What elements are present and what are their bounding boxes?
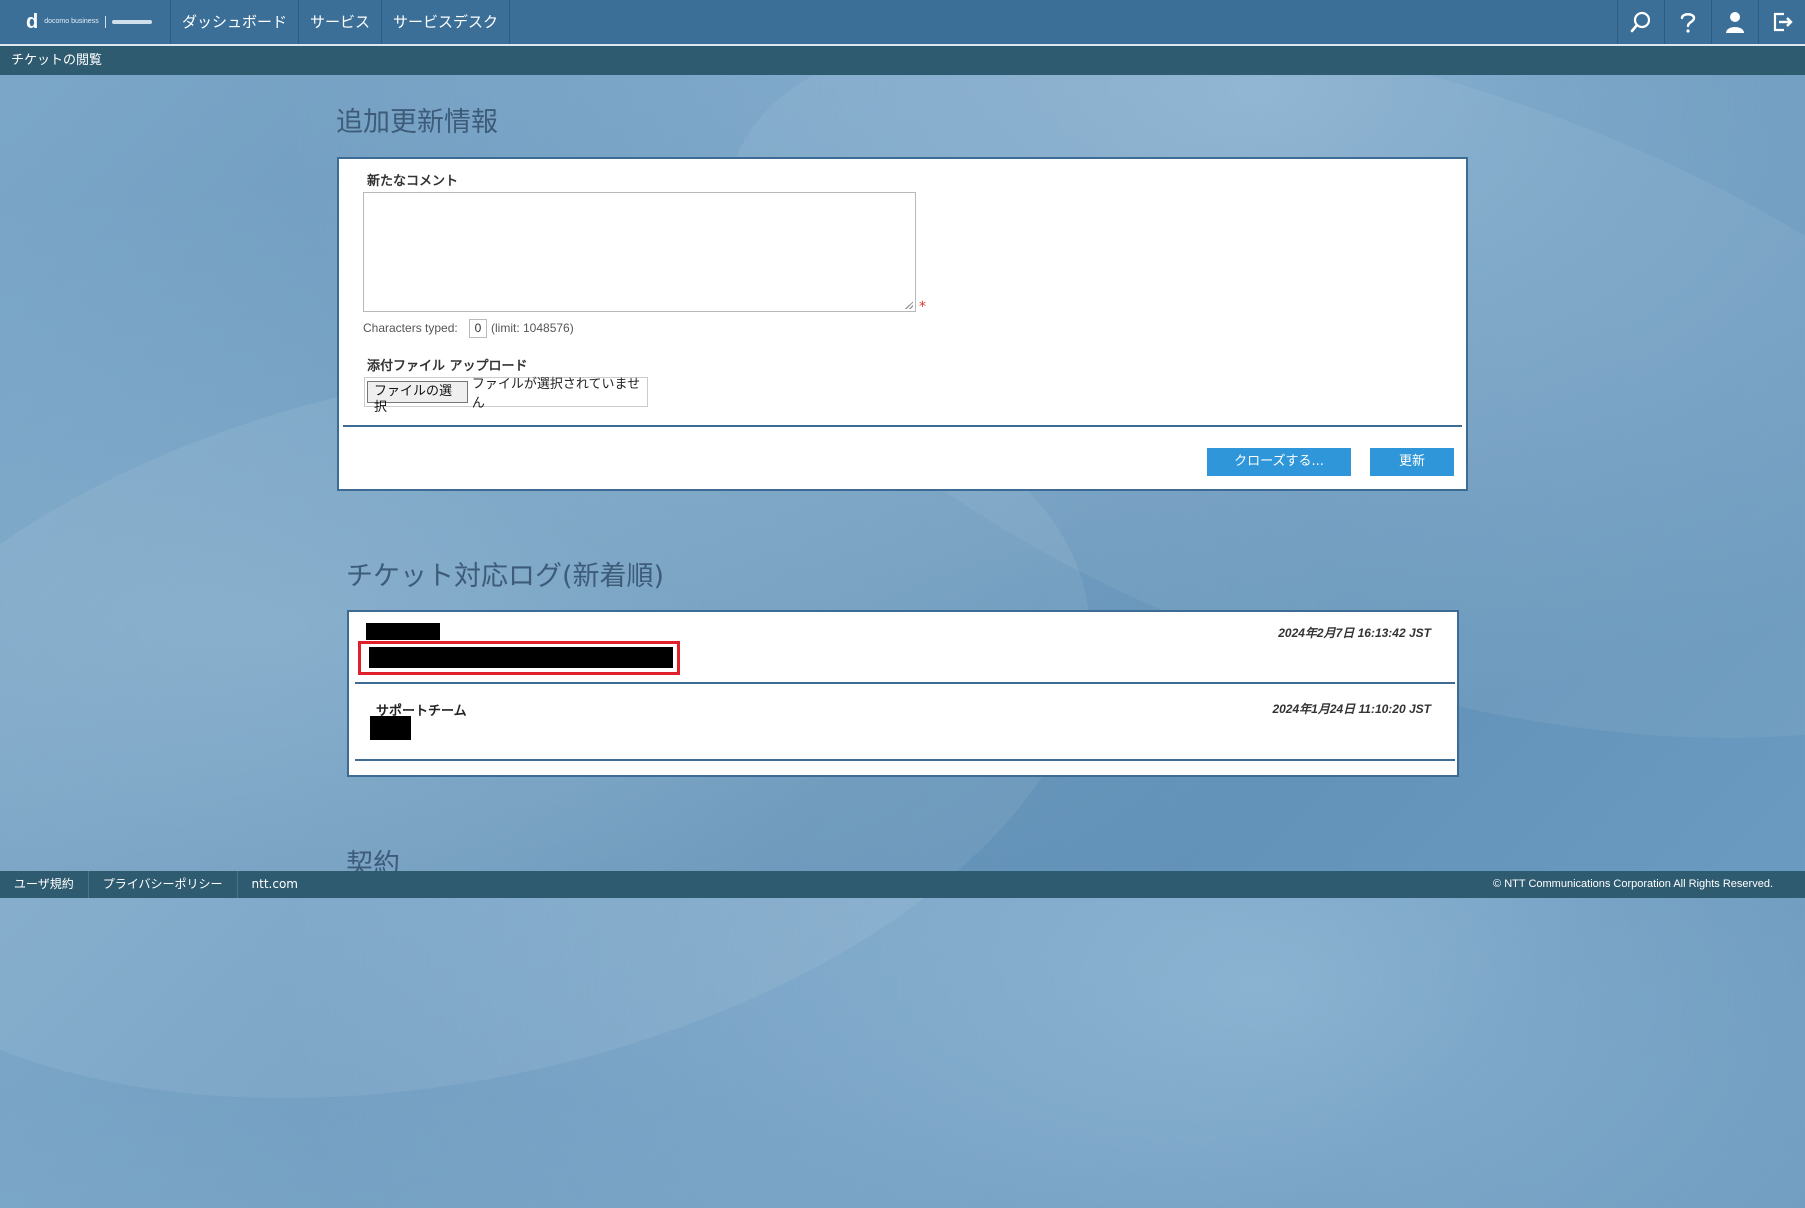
update-form-panel: 新たなコメント * Characters typed: 0 (limit: 10… [337, 157, 1468, 491]
resize-handle[interactable] [905, 301, 913, 309]
nav-dashboard[interactable]: ダッシュボード [171, 0, 300, 44]
log-timestamp: 2024年1月24日 11:10:20 JST [1272, 702, 1431, 716]
log-divider [355, 759, 1455, 761]
form-divider [343, 425, 1462, 427]
chars-limit: (limit: 1048576) [491, 321, 574, 335]
update-section-title: 追加更新情報 [336, 107, 498, 138]
update-button[interactable]: 更新 [1370, 448, 1454, 476]
logout-icon[interactable] [1758, 0, 1805, 44]
file-status: ファイルが選択されていません [471, 377, 641, 411]
breadcrumb: チケットの閲覧 [11, 53, 103, 68]
logo-mark: d [26, 11, 39, 33]
user-icon[interactable] [1711, 0, 1758, 44]
copyright: © NTT Communications Corporation All Rig… [1493, 878, 1773, 890]
ticket-log-panel: 2024年2月7日 16:13:42 JST サポートチーム 2024年1月24… [347, 610, 1459, 777]
footer-link-terms[interactable]: ユーザ規約 [0, 871, 89, 898]
help-icon[interactable] [1664, 0, 1711, 44]
comment-label: 新たなコメント [367, 174, 459, 189]
attachment-label: 添付ファイル アップロード [367, 359, 528, 374]
brand-logo[interactable]: d docomo business [26, 12, 152, 32]
footer-link-privacy[interactable]: プライバシーポリシー [89, 871, 238, 898]
nav-service-desk[interactable]: サービスデスク [382, 0, 511, 44]
ntt-logo [111, 20, 152, 24]
redacted-comment [369, 647, 673, 668]
breadcrumb-bar: チケットの閲覧 [0, 46, 1805, 75]
log-timestamp: 2024年2月7日 16:13:42 JST [1278, 626, 1431, 640]
header-icons [1617, 0, 1805, 44]
log-divider [355, 682, 1455, 684]
redacted-author [366, 623, 440, 640]
nav-services[interactable]: サービス [299, 0, 383, 44]
footer-link-ntt[interactable]: ntt.com [238, 871, 312, 898]
logo-divider [104, 16, 106, 28]
footer-links: ユーザ規約 プライバシーポリシー ntt.com [0, 871, 312, 898]
search-icon[interactable] [1617, 0, 1664, 44]
main-nav: ダッシュボード サービス サービスデスク [170, 0, 511, 44]
chars-typed-label: Characters typed: [363, 321, 458, 335]
required-mark: * [919, 299, 926, 315]
close-ticket-button[interactable]: クローズする... [1207, 448, 1351, 476]
choose-file-button[interactable]: ファイルの選択 [367, 381, 468, 415]
log-section-title: チケット対応ログ(新着順) [346, 561, 665, 592]
chars-count: 0 [469, 319, 487, 338]
logo-text: docomo business [44, 18, 99, 25]
file-input: ファイルの選択 ファイルが選択されていません [364, 377, 648, 415]
footer: ユーザ規約 プライバシーポリシー ntt.com © NTT Communica… [0, 871, 1805, 898]
comment-textarea[interactable] [363, 192, 916, 312]
top-bar: d docomo business ダッシュボード サービス サービスデスク [0, 0, 1805, 46]
redacted-comment [370, 716, 411, 740]
